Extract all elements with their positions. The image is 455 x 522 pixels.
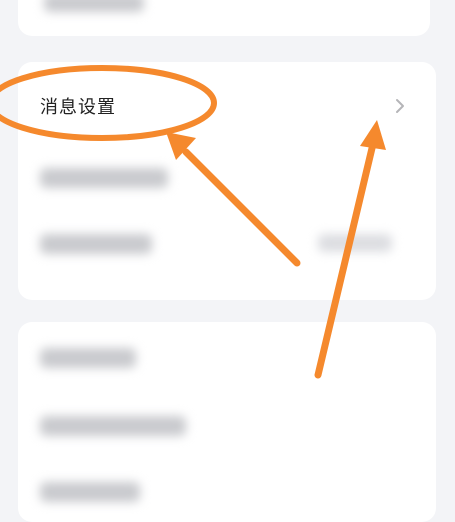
watermark-brand: Baidu — [334, 455, 405, 480]
message-settings-row[interactable]: 消息设置 — [18, 76, 436, 136]
watermark-subtitle: jingyan.baidu.com — [331, 486, 424, 497]
settings-row-blurred-1[interactable] — [18, 146, 436, 206]
blurred-setting-label — [40, 234, 152, 254]
blurred-setting-label — [40, 348, 136, 368]
settings-row-blurred-4[interactable] — [18, 394, 436, 454]
blurred-setting-label — [44, 0, 144, 12]
blurred-setting-label — [40, 168, 168, 188]
blurred-setting-label — [40, 482, 140, 502]
message-settings-label: 消息设置 — [40, 97, 116, 118]
blurred-setting-value — [318, 234, 392, 252]
blurred-setting-label — [40, 416, 186, 436]
settings-row-blurred-2[interactable] — [18, 212, 436, 272]
baidu-watermark: Baidu jingyan.baidu.com — [331, 455, 424, 497]
chevron-right-icon — [396, 99, 404, 113]
settings-row-blurred-3[interactable] — [18, 326, 436, 386]
settings-card-top — [18, 0, 430, 36]
settings-card-main: 消息设置 — [18, 62, 436, 300]
